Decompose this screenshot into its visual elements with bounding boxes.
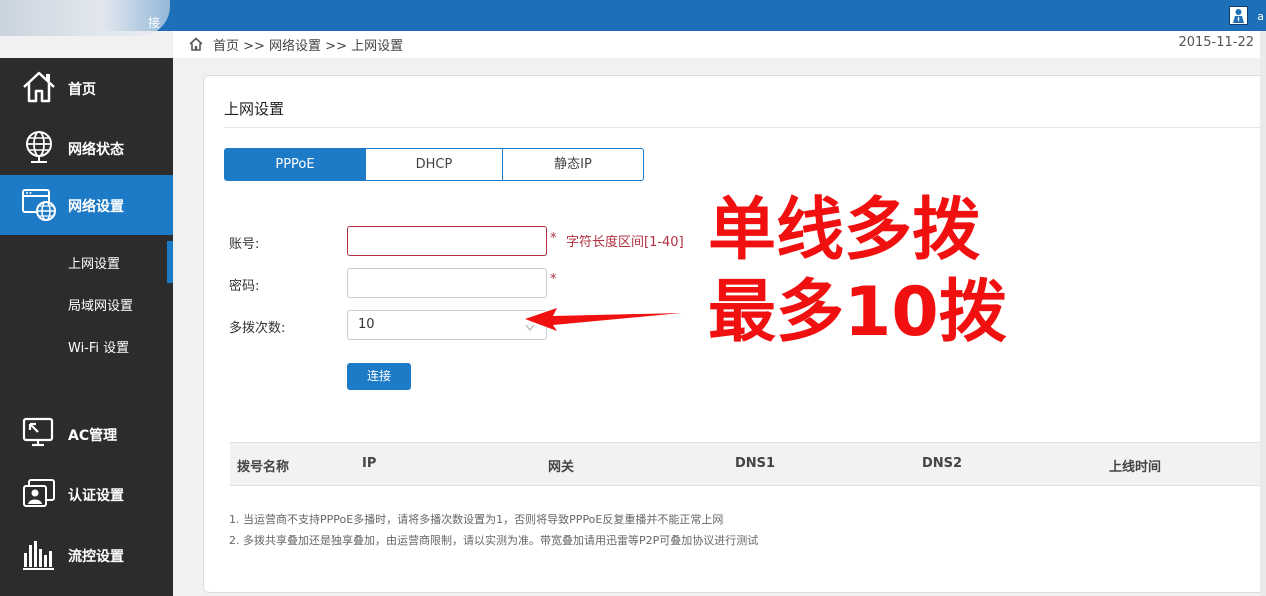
- column-header: DNS2: [922, 456, 963, 471]
- auth-id-icon: [23, 479, 55, 507]
- home-icon: [23, 71, 55, 103]
- annotation-line: 最多10拨: [708, 273, 1007, 352]
- flow-bars-icon: [23, 541, 54, 570]
- dial-count-label: 多拨次数:: [229, 321, 286, 336]
- sidebar-item-network-status[interactable]: 网络状态: [0, 118, 173, 178]
- column-header: 上线时间: [1109, 460, 1162, 475]
- sidebar-subitem-internet-settings[interactable]: 上网设置: [0, 241, 173, 283]
- password-label: 密码:: [229, 279, 260, 294]
- note-line: 1. 当运营商不支持PPPoE多播时，请将多播次数设置为1，否则将导致PPPoE…: [229, 513, 724, 526]
- tab-dhcp[interactable]: DHCP: [366, 149, 503, 180]
- sidebar-item-flow-control[interactable]: 流控设置: [0, 525, 173, 585]
- tab-static-ip[interactable]: 静态IP: [503, 149, 643, 180]
- red-annotation: 单线多拨 最多10拨: [708, 190, 1007, 354]
- blurred-title: 接: [148, 16, 161, 30]
- column-header: IP: [362, 456, 377, 471]
- account-length-hint: 字符长度区间[1-40]: [566, 235, 684, 250]
- red-arrow-icon: [525, 308, 681, 331]
- ac-monitor-icon: [22, 417, 54, 447]
- active-marker: [167, 241, 173, 283]
- network-settings-icon: [22, 189, 56, 221]
- top-bar: 接 a: [0, 0, 1266, 36]
- page-scrollbar[interactable]: [1260, 31, 1266, 596]
- sidebar-item-label: 认证设置: [68, 488, 124, 504]
- dial-status-table-header: 拨号名称 IP 网关 DNS1 DNS2 上线时间: [230, 442, 1266, 486]
- sidebar-item-label: 首页: [68, 82, 96, 98]
- home-icon[interactable]: [189, 37, 203, 51]
- account-label: 账号:: [229, 237, 260, 252]
- breadcrumb-bar: 首页 >> 网络设置 >> 上网设置 2015-11-22: [173, 31, 1266, 58]
- column-header: 拨号名称: [237, 460, 290, 475]
- password-input[interactable]: [347, 268, 547, 298]
- dial-count-select[interactable]: 10: [347, 310, 547, 340]
- sidebar: 首页 网络状态 网络设置 上网设置 局域网设置 Wi-Fi 设置 AC管理 认证…: [0, 58, 173, 596]
- note-line: 2. 多拨共享叠加还是独享叠加，由运营商限制，请以实测为准。带宽叠加请用迅雷等P…: [229, 534, 759, 547]
- breadcrumb: 首页 >> 网络设置 >> 上网设置: [213, 39, 404, 54]
- required-mark: *: [550, 231, 557, 246]
- tab-pppoe[interactable]: PPPoE: [225, 149, 366, 180]
- annotation-line: 单线多拨: [708, 191, 981, 270]
- column-header: 网关: [548, 460, 575, 475]
- sidebar-item-network-settings[interactable]: 网络设置: [0, 175, 173, 235]
- sidebar-item-label: 网络状态: [68, 142, 124, 158]
- sidebar-item-label: 流控设置: [68, 549, 124, 565]
- sidebar-subitem-wifi-settings[interactable]: Wi-Fi 设置: [0, 325, 173, 367]
- connection-type-tabs: PPPoE DHCP 静态IP: [224, 148, 644, 181]
- panel-title: 上网设置: [224, 100, 285, 118]
- user-icon[interactable]: [1229, 6, 1248, 25]
- sidebar-item-ac-management[interactable]: AC管理: [0, 404, 173, 464]
- sidebar-subitem-lan-settings[interactable]: 局域网设置: [0, 283, 173, 325]
- account-input[interactable]: [347, 226, 547, 256]
- sidebar-subitem-label: Wi-Fi 设置: [68, 341, 130, 356]
- sidebar-item-home[interactable]: 首页: [0, 58, 173, 118]
- blurred-logo: [0, 0, 170, 36]
- sidebar-item-auth-settings[interactable]: 认证设置: [0, 464, 173, 524]
- sidebar-item-label: AC管理: [68, 428, 118, 444]
- user-label[interactable]: a: [1257, 10, 1264, 23]
- globe-icon: [26, 131, 52, 163]
- sidebar-item-label: 网络设置: [68, 199, 124, 215]
- dial-count-value: 10: [358, 317, 375, 332]
- current-date: 2015-11-22: [1178, 35, 1254, 50]
- connect-button[interactable]: 连接: [347, 363, 411, 390]
- sidebar-subitem-label: 局域网设置: [68, 299, 134, 314]
- column-header: DNS1: [735, 456, 776, 471]
- sidebar-subitem-label: 上网设置: [68, 257, 121, 272]
- title-divider: [224, 127, 1266, 128]
- required-mark: *: [550, 272, 557, 287]
